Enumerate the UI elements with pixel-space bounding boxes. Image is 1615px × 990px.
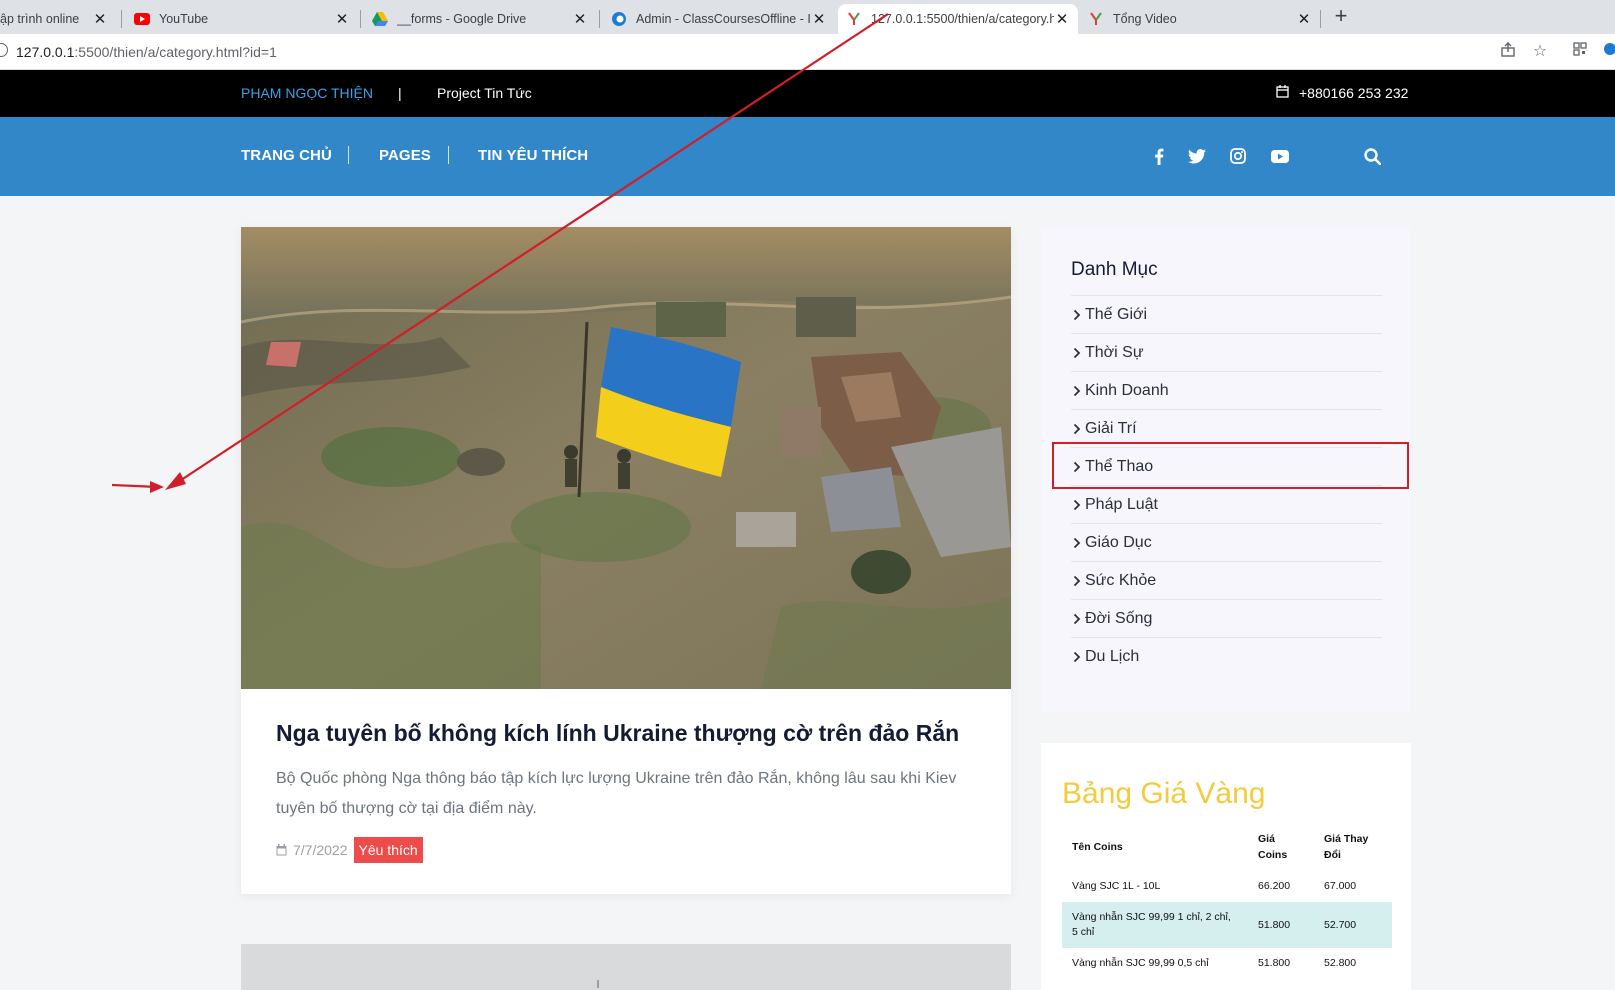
gold-price-card: Bảng Giá Vàng Tên Coins Giá Coins Giá Th… [1041, 743, 1411, 990]
close-tab-icon[interactable]: ✕ [1054, 10, 1070, 28]
phone-number: +880166 253 232 [1299, 85, 1409, 101]
site-logo-icon [846, 11, 862, 27]
close-tab-icon[interactable]: ✕ [811, 10, 827, 28]
article-title[interactable]: Nga tuyên bố không kích lính Ukraine thư… [276, 720, 959, 747]
column-header: Giá Coins [1258, 833, 1288, 861]
table-cell: 66.200 [1258, 880, 1291, 892]
article-meta: 7/7/2022 Yêu thích [276, 837, 423, 863]
close-tab-icon[interactable]: ✕ [334, 10, 350, 28]
site-topbar: PHẠM NGỌC THIỆN | Project Tin Tức +88016… [0, 70, 1615, 117]
favorite-tag[interactable]: Yêu thích [353, 837, 423, 863]
article-image[interactable] [241, 227, 1011, 689]
chevron-right-icon [1073, 613, 1081, 624]
nav-favorites[interactable]: TIN YÊU THÍCH [478, 147, 588, 164]
browser-tab-bar: ập trình online ✕ YouTube ✕ __forms - Go… [0, 0, 1615, 34]
table-cell: Vàng SJC 1L - 10L [1072, 880, 1161, 892]
category-item[interactable]: Giáo Dục [1071, 523, 1382, 561]
gold-price-heading: Bảng Giá Vàng [1062, 777, 1266, 810]
nav-home[interactable]: TRANG CHỦ [241, 147, 332, 164]
table-cell: 51.800 [1258, 918, 1291, 931]
project-link[interactable]: Project Tin Tức [437, 85, 532, 101]
edge-icon [611, 11, 627, 27]
category-heading: Danh Mục [1071, 259, 1158, 280]
edge-icon[interactable] [1600, 42, 1615, 62]
table-cell: 51.800 [1258, 957, 1291, 969]
facebook-icon[interactable] [1148, 145, 1170, 167]
browser-tab[interactable]: Admin - ClassCoursesOffline - Ini ✕ [603, 4, 835, 34]
site-navbar: TRANG CHỦ PAGES TIN YÊU THÍCH [0, 117, 1615, 196]
chevron-right-icon [1073, 385, 1081, 396]
article-description: Bộ Quốc phòng Nga thông báo tập kích lực… [276, 770, 957, 817]
chevron-right-icon [1073, 423, 1081, 434]
article-date: 7/7/2022 [293, 842, 348, 858]
site-logo-icon [1088, 11, 1104, 27]
url-field[interactable]: 127.0.0.1:5500/thien/a/category.html?id=… [16, 44, 277, 60]
table-row: Vàng SJC 1L - 10L 66.200 67.000 [1062, 871, 1392, 902]
browser-tab[interactable]: Tổng Video ✕ [1080, 4, 1320, 34]
arrowhead-icon [150, 481, 164, 493]
highlight-annotation-box [1052, 442, 1409, 489]
chevron-right-icon [1073, 309, 1081, 320]
category-item[interactable]: Du Lịch [1071, 637, 1382, 675]
article-image[interactable] [241, 944, 1011, 990]
browser-tab[interactable]: __forms - Google Drive ✕ [364, 4, 596, 34]
search-icon[interactable] [1361, 145, 1383, 167]
table-row: Vàng nhẫn SJC 99,99 0,5 chỉ 51.800 52.80… [1062, 948, 1392, 979]
category-item[interactable]: Đời Sống [1071, 599, 1382, 637]
close-tab-icon[interactable]: ✕ [572, 10, 588, 28]
chevron-right-icon [1073, 347, 1081, 358]
youtube-icon[interactable] [1269, 145, 1291, 167]
nav-divider [348, 146, 349, 164]
category-item[interactable]: Sức Khỏe [1071, 561, 1382, 599]
chevron-right-icon [1073, 651, 1081, 662]
table-cell: 52.700 [1324, 918, 1357, 931]
address-bar: 127.0.0.1:5500/thien/a/category.html?id=… [0, 34, 1615, 70]
browser-tab[interactable]: YouTube ✕ [126, 4, 358, 34]
share-icon[interactable] [1498, 42, 1518, 62]
tab-divider [599, 10, 600, 28]
table-cell: 67.000 [1324, 880, 1357, 892]
phone-contact: +880166 253 232 [1276, 85, 1408, 101]
category-item[interactable]: Kinh Doanh [1071, 371, 1382, 409]
arrowhead-icon [165, 472, 186, 490]
calendar-icon [1276, 85, 1289, 101]
google-drive-icon [372, 11, 388, 27]
chevron-right-icon [1073, 537, 1081, 548]
gold-price-table: Tên Coins Giá Coins Giá Thay Đổi Vàng SJ… [1062, 823, 1392, 979]
brand-link[interactable]: PHẠM NGỌC THIỆN [241, 85, 373, 101]
site-info-icon[interactable] [0, 43, 8, 57]
nav-divider [448, 146, 449, 164]
bookmark-star-icon[interactable]: ☆ [1530, 42, 1550, 62]
instagram-icon[interactable] [1227, 145, 1249, 167]
twitter-icon[interactable] [1186, 145, 1208, 167]
calendar-icon [276, 844, 287, 856]
table-header-row: Tên Coins Giá Coins Giá Thay Đổi [1062, 823, 1392, 871]
column-header: Tên Coins [1072, 841, 1123, 853]
tab-divider [121, 10, 122, 28]
category-item[interactable]: Thế Giới [1071, 295, 1382, 333]
topbar-separator: | [398, 85, 402, 101]
table-row: Vàng nhẫn SJC 99,99 1 chỉ, 2 chỉ, 5 chỉ … [1062, 902, 1392, 948]
category-item[interactable]: Pháp Luật [1071, 485, 1382, 523]
chevron-right-icon [1073, 499, 1081, 510]
article-card[interactable]: Nga tuyên bố không kích lính Ukraine thư… [241, 227, 1011, 894]
youtube-icon [134, 11, 150, 27]
close-tab-icon[interactable]: ✕ [92, 10, 108, 28]
chevron-right-icon [1073, 575, 1081, 586]
new-tab-button[interactable]: + [1328, 4, 1354, 30]
column-header: Giá Thay Đổi [1324, 833, 1369, 861]
qr-code-icon[interactable] [1570, 42, 1590, 62]
table-cell: Vàng nhẫn SJC 99,99 1 chỉ, 2 chỉ, 5 chỉ [1072, 911, 1231, 938]
category-item[interactable]: Thời Sự [1071, 333, 1382, 371]
table-cell: Vàng nhẫn SJC 99,99 0,5 chỉ [1072, 957, 1209, 969]
browser-tab-active[interactable]: 127.0.0.1:5500/thien/a/category.h ✕ [838, 4, 1078, 34]
arrow-line [111, 483, 159, 489]
tab-divider [360, 10, 361, 28]
tab-divider [1320, 10, 1321, 28]
browser-tab[interactable]: ập trình online ✕ [0, 4, 116, 34]
nav-pages[interactable]: PAGES [379, 147, 431, 164]
table-cell: 52.800 [1324, 957, 1357, 969]
close-tab-icon[interactable]: ✕ [1296, 10, 1312, 28]
